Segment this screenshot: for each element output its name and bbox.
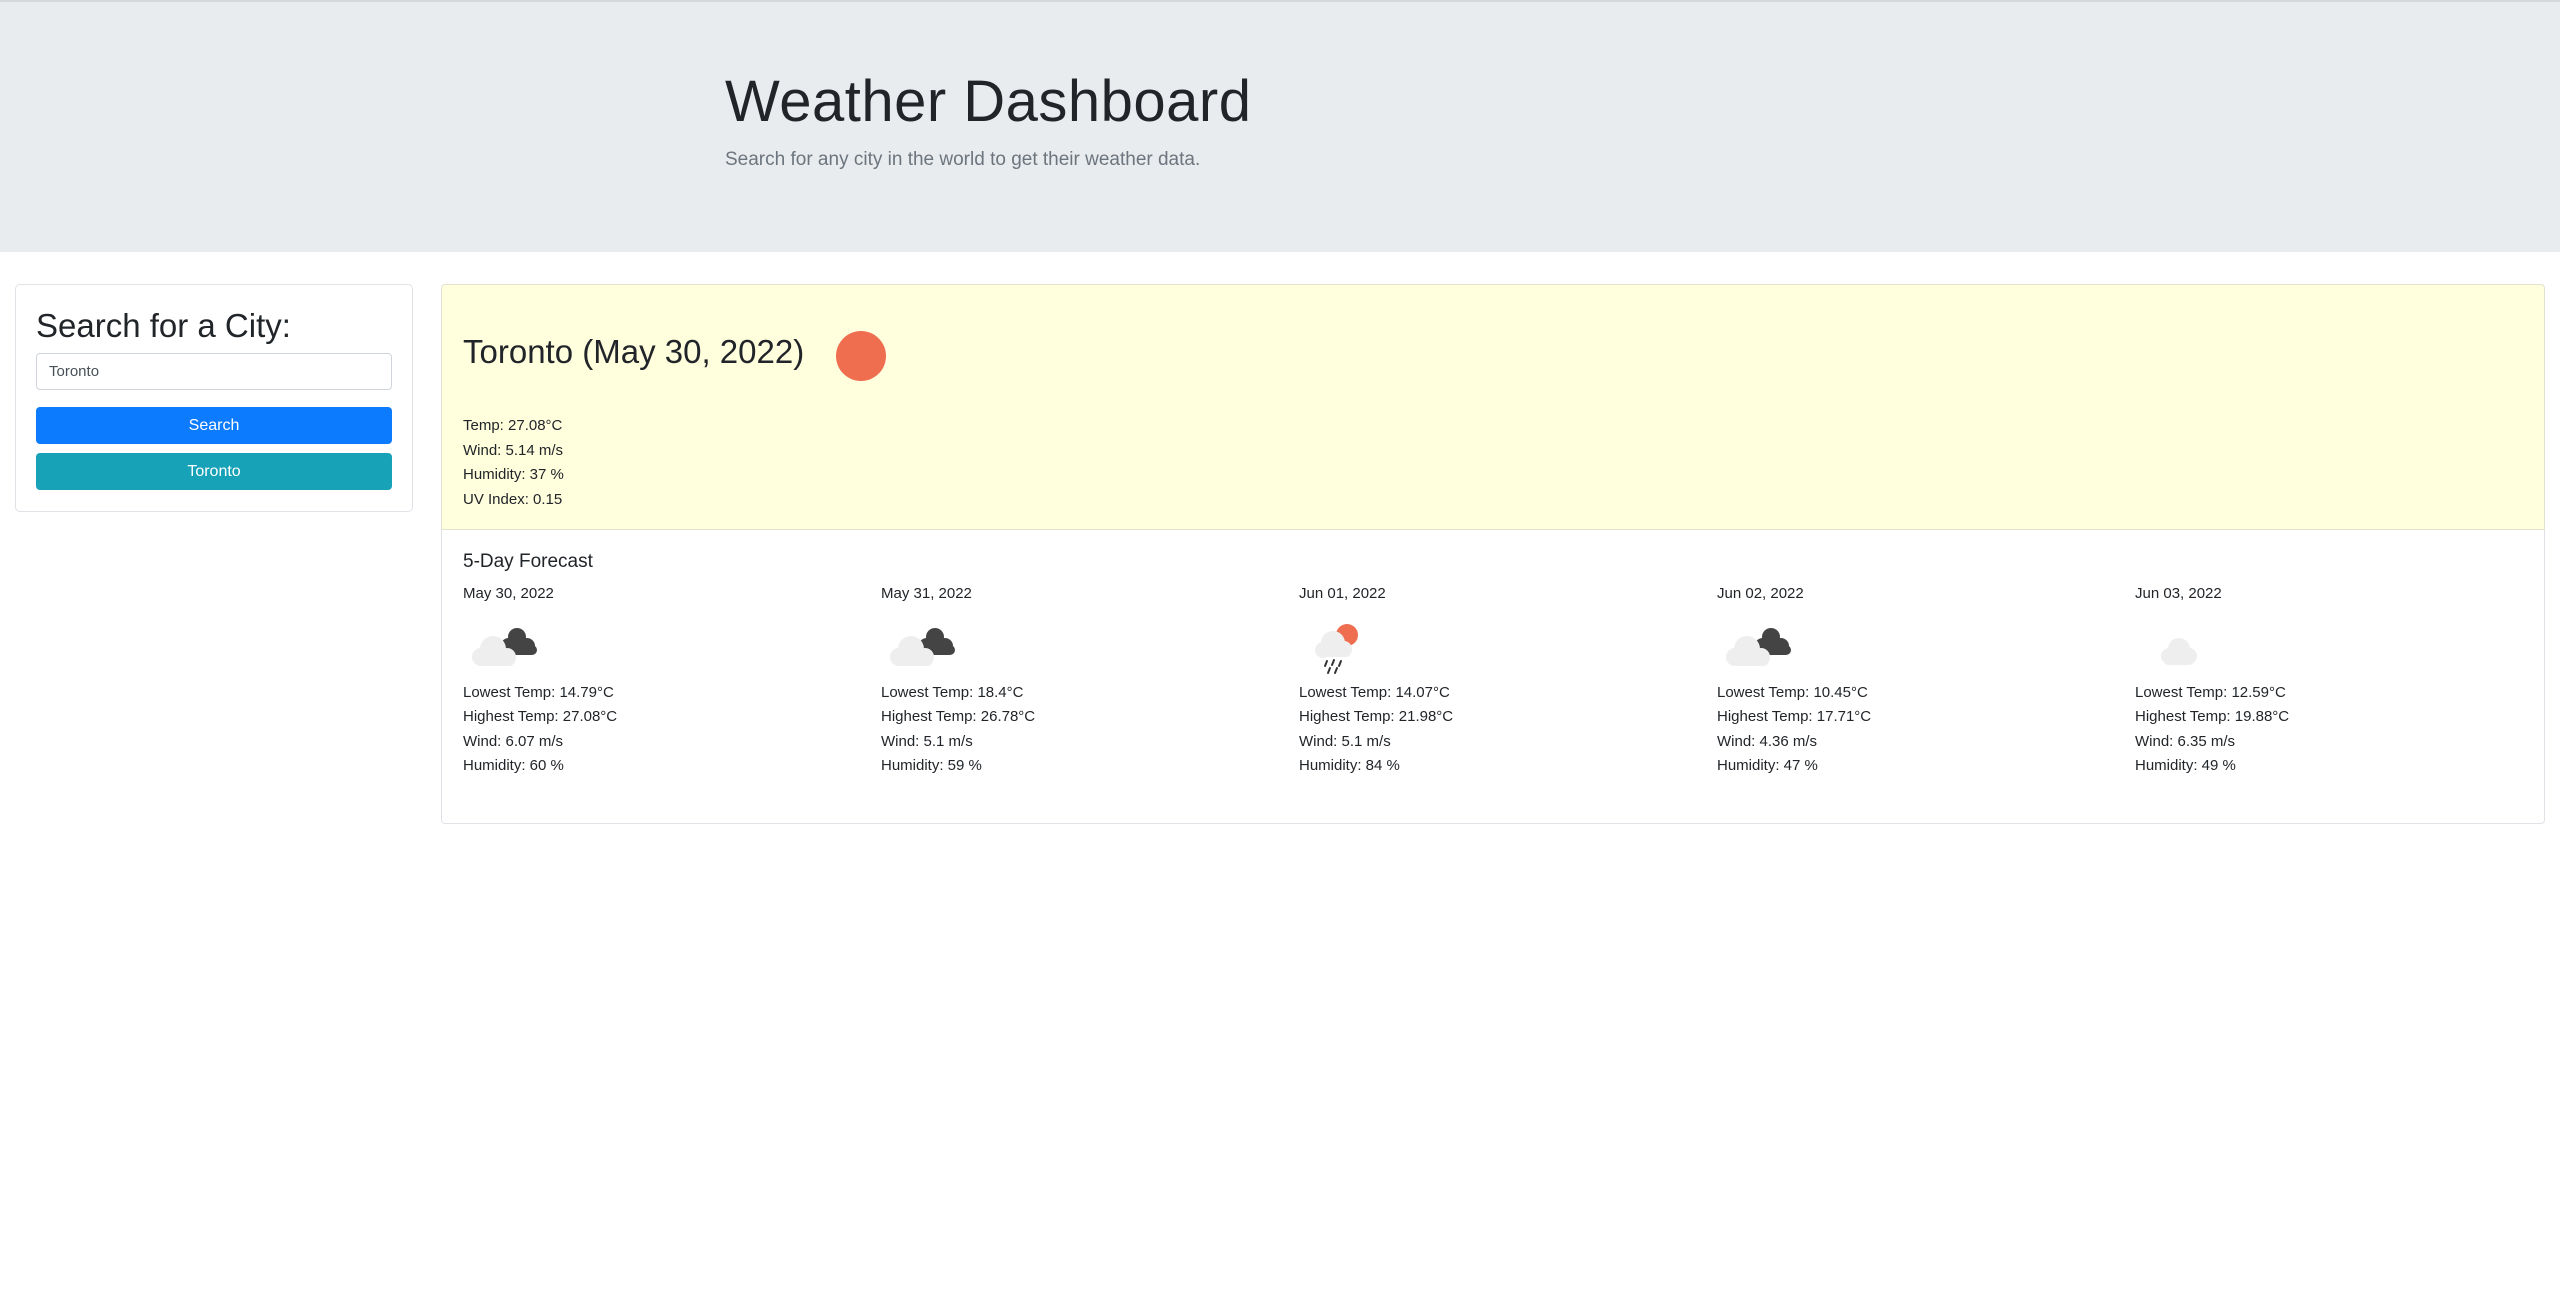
forecast-day: Jun 01, 2022 Lowest Temp: 14.07°C Highes… — [1299, 585, 1699, 778]
forecast-humidity: Humidity: 47 % — [1717, 756, 1818, 774]
broken-clouds-icon — [890, 628, 955, 666]
overcast-cloud-icon — [2161, 638, 2197, 665]
forecast-low: Lowest Temp: 12.59°C — [2135, 684, 2286, 701]
forecast-day: Jun 02, 2022 Lowest Temp: 10.45°C Highes… — [1717, 585, 2117, 778]
forecast-low: Lowest Temp: 10.45°C — [1717, 684, 1868, 701]
forecast-day: Jun 03, 2022 Lowest Temp: 12.59°C Highes… — [2135, 585, 2535, 778]
search-title: Search for a City: — [36, 307, 291, 344]
current-city-title: Toronto (May 30, 2022) — [463, 333, 805, 370]
current-uv-index: UV Index: 0.15 — [463, 490, 563, 508]
current-stats: Temp: 27.08°C Wind: 5.14 m/s Humidity: 3… — [463, 414, 564, 512]
forecast-wind: Wind: 6.07 m/s — [463, 732, 564, 750]
forecast-humidity: Humidity: 59 % — [881, 756, 982, 774]
forecast-card: 5-Day Forecast May 30, 2022 Lowest Temp:… — [441, 530, 2545, 824]
current-wind: Wind: 5.14 m/s — [463, 441, 564, 459]
rain-sun-icon — [1315, 624, 1358, 674]
search-panel: Search for a City: Search Toronto — [15, 284, 413, 512]
forecast-date: Jun 02, 2022 — [1717, 585, 1804, 602]
page-subtitle: Search for any city in the world to get … — [725, 149, 1201, 170]
header-jumbotron: Weather Dashboard Search for any city in… — [0, 0, 2560, 252]
current-weather-card: Toronto (May 30, 2022) Temp: 27.08°C Win… — [441, 284, 2545, 530]
current-temp: Temp: 27.08°C — [463, 417, 563, 434]
forecast-high: Highest Temp: 26.78°C — [881, 708, 1036, 726]
forecast-low: Lowest Temp: 18.4°C — [881, 684, 1024, 701]
forecast-date: May 31, 2022 — [881, 585, 972, 602]
search-button[interactable]: Search — [36, 407, 392, 444]
forecast-humidity: Humidity: 49 % — [2135, 756, 2236, 774]
forecast-humidity: Humidity: 60 % — [463, 756, 564, 774]
current-humidity: Humidity: 37 % — [463, 466, 564, 483]
broken-clouds-icon — [472, 628, 537, 666]
page-title: Weather Dashboard — [725, 69, 1252, 134]
forecast-title: 5-Day Forecast — [463, 551, 593, 572]
forecast-date: Jun 03, 2022 — [2135, 585, 2222, 602]
forecast-high: Highest Temp: 17.71°C — [1717, 708, 1872, 726]
history-city-button[interactable]: Toronto — [36, 453, 392, 490]
forecast-high: Highest Temp: 21.98°C — [1299, 708, 1454, 726]
forecast-day: May 31, 2022 Lowest Temp: 18.4°C Highest… — [881, 585, 1281, 778]
forecast-day: May 30, 2022 Lowest Temp: 14.79°C Highes… — [463, 585, 863, 778]
forecast-high: Highest Temp: 19.88°C — [2135, 708, 2290, 726]
forecast-high: Highest Temp: 27.08°C — [463, 708, 618, 726]
forecast-date: Jun 01, 2022 — [1299, 585, 1386, 602]
forecast-humidity: Humidity: 84 % — [1299, 756, 1400, 774]
forecast-date: May 30, 2022 — [463, 585, 554, 602]
forecast-low: Lowest Temp: 14.07°C — [1299, 684, 1450, 701]
broken-clouds-icon — [1726, 628, 1791, 666]
forecast-wind: Wind: 5.1 m/s — [1299, 732, 1391, 750]
forecast-wind: Wind: 6.35 m/s — [2135, 732, 2236, 750]
clear-day-sun-icon — [836, 331, 886, 381]
forecast-wind: Wind: 4.36 m/s — [1717, 732, 1818, 750]
forecast-low: Lowest Temp: 14.79°C — [463, 684, 614, 701]
forecast-wind: Wind: 5.1 m/s — [881, 732, 973, 750]
city-search-input[interactable] — [36, 353, 392, 390]
